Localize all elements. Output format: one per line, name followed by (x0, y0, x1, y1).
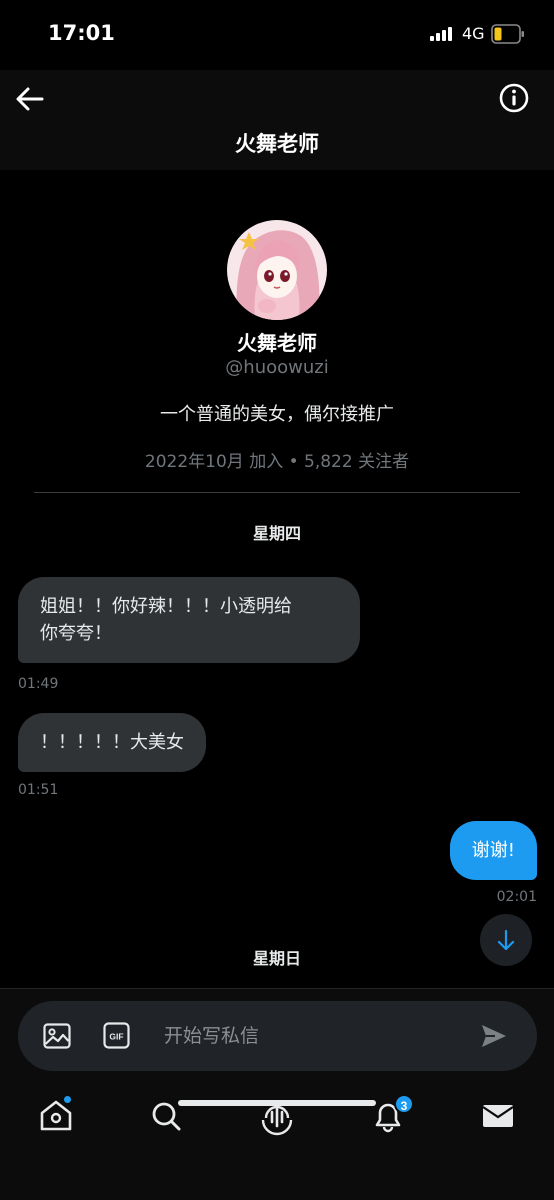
signal-strength-icon (430, 27, 456, 41)
message-text: 谢谢! (471, 840, 515, 861)
battery-icon (491, 24, 524, 44)
day-separator: 星期日 (252, 949, 301, 968)
info-icon[interactable] (496, 80, 532, 116)
conversation-header: 火舞老师 (0, 70, 554, 170)
profile-bio: 一个普通的美女，偶尔接推广 (160, 404, 394, 425)
unread-dot (62, 1094, 73, 1105)
message-time: 01:49 (18, 676, 59, 692)
notifications-badge: 3 (394, 1094, 414, 1114)
messages-icon (482, 1105, 514, 1127)
tab-messages[interactable] (478, 1096, 518, 1136)
svg-text:GIF: GIF (109, 1032, 123, 1042)
tab-home[interactable] (36, 1094, 76, 1136)
day-separator: 星期四 (252, 524, 301, 543)
profile-name: 火舞老师 (237, 331, 317, 355)
status-time: 17:01 (48, 21, 115, 45)
home-indicator (178, 1100, 376, 1106)
gif-icon[interactable]: GIF (103, 1022, 130, 1049)
profile-meta: 2022年10月 加入 • 5,822 关注者 (144, 452, 410, 472)
message-text: 姐姐！！你好辣！！！小透明给 (40, 596, 292, 617)
page-title: 火舞老师 (235, 132, 319, 156)
message-input[interactable] (164, 1019, 464, 1053)
send-icon[interactable] (480, 1023, 508, 1049)
profile-handle: @huoowuzi (225, 357, 329, 378)
message-time: 01:51 (18, 782, 59, 798)
message-time: 02:01 (496, 889, 537, 905)
back-arrow-icon[interactable] (12, 82, 48, 116)
bottom-tab-bar: 3 (0, 1080, 554, 1200)
message-composer: GIF (18, 1001, 537, 1071)
message-bubble-outgoing[interactable]: 谢谢! (449, 821, 537, 880)
message-bubble-incoming[interactable]: ！！！！！大美女 (18, 713, 206, 772)
status-bar: 17:01 4G (0, 0, 554, 70)
message-text: ！！！！！大美女 (40, 732, 184, 753)
avatar[interactable] (227, 220, 327, 320)
message-bubble-incoming[interactable]: 姐姐！！你好辣！！！小透明给 你夸夸！ (18, 577, 360, 663)
divider (34, 492, 520, 493)
network-type: 4G (462, 24, 485, 43)
composer-area: GIF (0, 988, 554, 1080)
message-text: 你夸夸！ (40, 623, 112, 644)
image-icon[interactable] (43, 1023, 71, 1049)
